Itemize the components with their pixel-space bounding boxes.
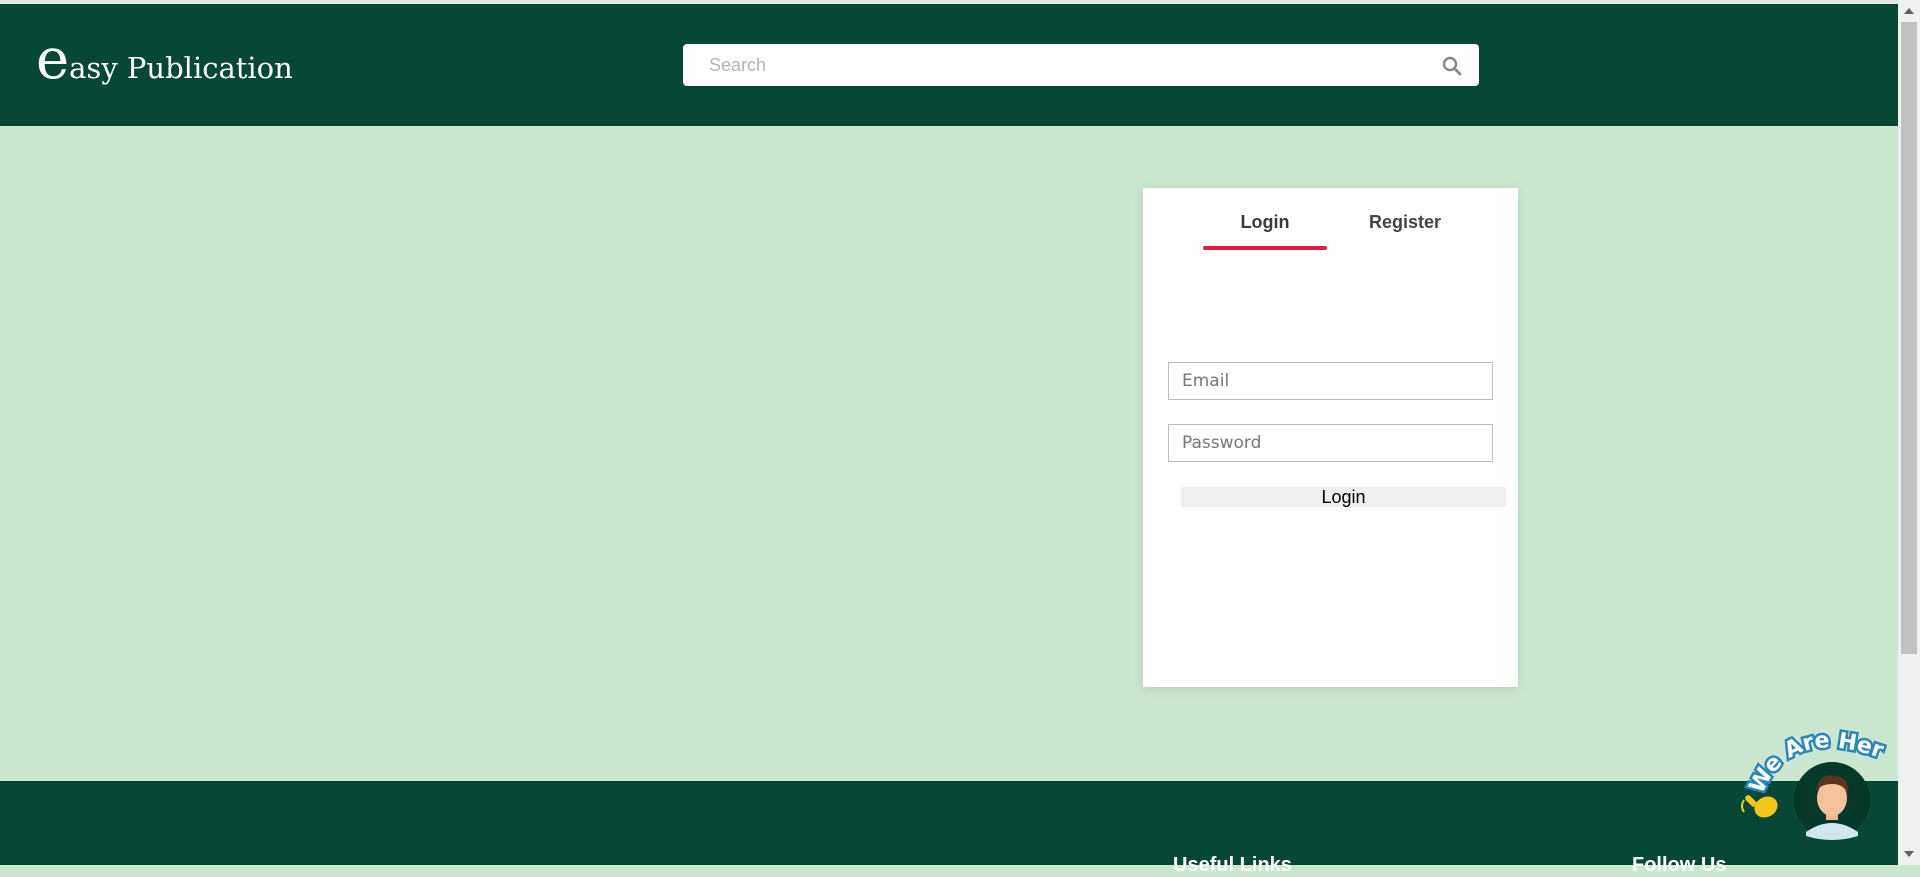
site-header: easy Publication bbox=[0, 4, 1898, 126]
chat-widget[interactable]: We Are Here! bbox=[1730, 699, 1900, 845]
agent-avatar-icon bbox=[1794, 762, 1870, 840]
password-field[interactable] bbox=[1168, 424, 1493, 462]
footer-heading-useful-links: Useful Links bbox=[1173, 854, 1292, 876]
vertical-scrollbar[interactable] bbox=[1898, 0, 1920, 865]
logo-text: asy Publication bbox=[69, 51, 293, 85]
waving-hand-icon bbox=[1741, 795, 1778, 818]
login-button[interactable]: Login bbox=[1181, 487, 1506, 507]
active-tab-indicator bbox=[1203, 246, 1327, 250]
logo-initial: e bbox=[36, 27, 70, 92]
site-logo[interactable]: easy Publication bbox=[36, 32, 293, 88]
scroll-down-icon[interactable] bbox=[1904, 851, 1914, 857]
scroll-up-icon[interactable] bbox=[1904, 8, 1914, 14]
auth-card: Login Register Login bbox=[1143, 188, 1518, 687]
email-field[interactable] bbox=[1168, 362, 1493, 400]
scroll-thumb[interactable] bbox=[1901, 22, 1917, 654]
tab-login[interactable]: Login bbox=[1203, 212, 1327, 233]
footer-heading-follow-us: Follow Us bbox=[1632, 854, 1727, 876]
site-footer: Useful Links Follow Us bbox=[0, 781, 1898, 876]
search-icon[interactable] bbox=[1441, 55, 1463, 77]
search-input[interactable] bbox=[707, 50, 1411, 80]
search-bar bbox=[683, 44, 1479, 86]
chat-widget-graphic: We Are Here! bbox=[1730, 699, 1889, 840]
tab-register[interactable]: Register bbox=[1343, 212, 1467, 233]
